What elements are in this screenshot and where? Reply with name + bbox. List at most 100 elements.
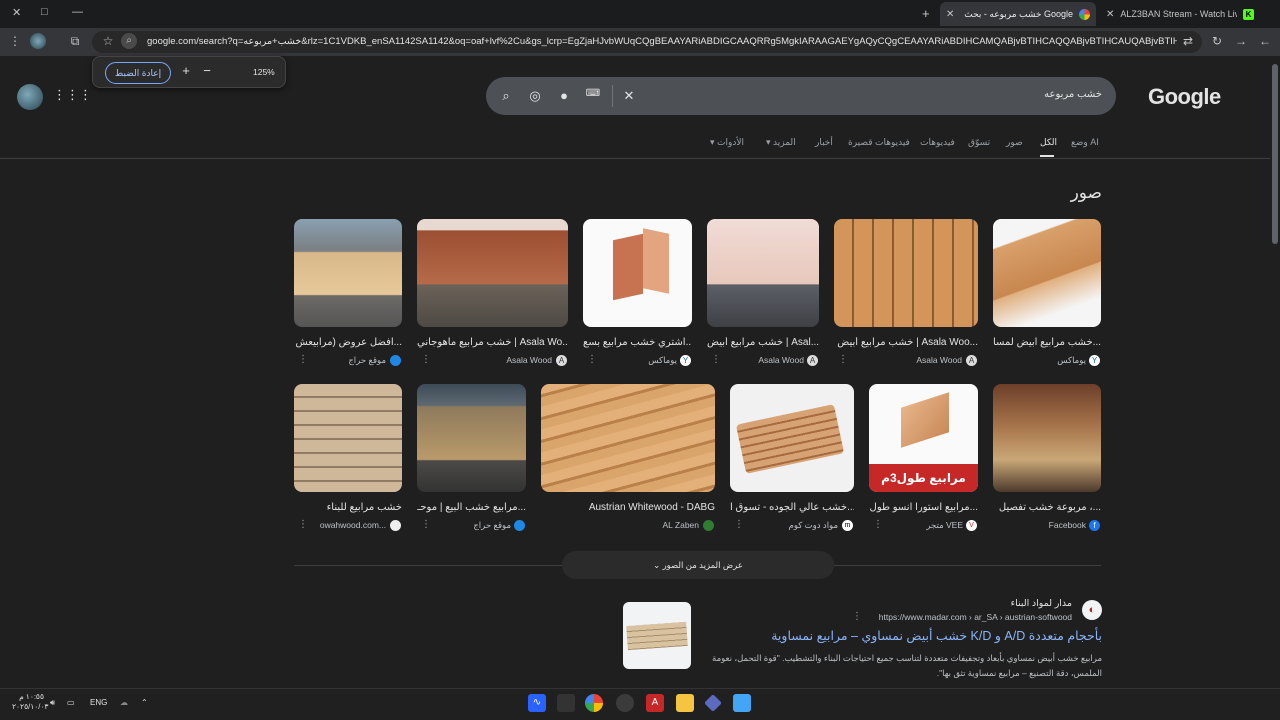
result-site-name[interactable]: مدار لمواد البناء [980,598,1072,609]
image-title[interactable]: Austrian Whitewood - DABG [541,502,715,513]
image-title[interactable]: مربوعة خشب تفصيل ،... [993,502,1101,513]
image-result[interactable] [417,219,568,327]
search-input[interactable]: خشب مربوعه [1000,89,1102,100]
source-favicon-icon [390,355,401,366]
clear-search-icon[interactable]: ✕ [621,88,637,104]
acrobat-icon[interactable]: A [646,694,664,712]
scrollbar-thumb[interactable] [1272,64,1278,244]
lens-icon[interactable]: ◎ [527,88,543,104]
image-title[interactable]: خشب مرابيع أبيض | Asal... [707,337,819,348]
more-options-icon[interactable]: ⋮ [734,519,744,530]
image-result[interactable] [417,384,526,492]
image-title[interactable]: خشب مرابيع ابيض لمسا... [993,337,1101,348]
image-result[interactable] [730,384,854,492]
zoom-reset-button[interactable]: إعادة الضبط [105,62,171,84]
more-options-icon[interactable]: ⋮ [298,519,308,530]
tab-short-videos[interactable]: فيديوهات قصيرة [848,137,910,148]
close-tab-icon[interactable]: ✕ [1106,9,1114,20]
image-title[interactable]: خشب مرابيع أبيض | Asala Woo... [834,337,978,348]
image-title[interactable]: مرابيع خشب البيع | موحـ... [417,502,526,513]
back-icon[interactable]: ← [1257,33,1273,49]
image-result[interactable]: مرابيع طول3م [869,384,978,492]
tab-more[interactable]: ▾ المزيد [766,137,796,148]
image-source: يوماكس [648,355,677,365]
image-title[interactable]: خشب مرابيع للبناء [294,502,402,513]
microphone-icon[interactable]: ● [556,88,572,103]
more-options-icon[interactable]: ⋮ [838,354,848,365]
speaker-icon[interactable]: 🔊︎ [50,698,55,708]
extensions-icon[interactable]: ⧉ [67,33,83,49]
tab-videos[interactable]: فيديوهات [920,137,955,148]
reload-icon[interactable]: ↻ [1209,33,1225,49]
search-icon[interactable]: ⌕ [498,88,514,104]
more-options-icon[interactable]: ⋮ [587,354,597,365]
forward-icon[interactable]: → [1233,33,1249,49]
image-result[interactable] [294,219,402,327]
tab-tools[interactable]: ▾ الأدوات [710,137,744,148]
url-text[interactable]: google.com/search?q=خشب+مربوعه&rlz=1C1VD… [147,36,1177,47]
more-options-icon[interactable]: ⋮ [711,354,721,365]
result-title-link[interactable]: خشب أبيض نمساوي – مرابيع نمساوية K/D و A… [700,628,1102,643]
app-icon[interactable]: ∿ [528,694,546,712]
chevron-down-icon: ⌄ [653,560,663,570]
image-result[interactable] [541,384,715,492]
tab-shopping[interactable]: تسوّق [968,137,990,148]
tab-images[interactable]: صور [1006,137,1023,148]
store-icon[interactable] [733,694,751,712]
result-url[interactable]: https://www.madar.com › ar_SA › austrian… [870,612,1072,622]
language-indicator[interactable]: ENG [90,698,107,707]
chrome-icon[interactable] [585,694,603,712]
image-title[interactable]: مرابيع استورا انسو طول... [869,502,978,513]
tab-news[interactable]: أخبار [815,137,833,148]
image-result[interactable] [993,219,1101,327]
maximize-icon[interactable]: □ [41,6,48,18]
app-icon[interactable] [616,694,634,712]
more-options-icon[interactable]: ⋮ [873,519,883,530]
cloud-icon[interactable]: ☁ [120,698,128,707]
image-result[interactable] [993,384,1101,492]
more-options-icon[interactable]: ⋮ [852,611,862,622]
tab-all[interactable]: الكل [1040,137,1057,148]
wood-planks-shape [626,621,688,651]
tab-google-search[interactable]: ✕ خشب مربوعه - بحث Google [940,2,1096,26]
tab-ai-mode[interactable]: وضع AI [1071,137,1099,148]
more-options-icon[interactable]: ⋮ [421,519,431,530]
tab-tools-label: الأدوات [717,137,744,147]
tab-stream[interactable]: ✕ ALZ3BAN Stream - Watch Live on... K [1100,2,1260,26]
image-title[interactable]: افضل عروض (مرابيعش... [294,337,402,348]
zoom-icon[interactable]: ⌕ [121,33,137,49]
more-options-icon[interactable]: ⋮ [298,354,308,365]
taskbar-clock[interactable]: ١٠:٥٥ م ٢٠٢٥/١٠/٠٣ [12,692,48,712]
image-title[interactable]: اشتري خشب مرابيع بسع... [583,337,692,348]
image-title[interactable]: خشب عالي الجوده - تسوق ا... [730,502,854,513]
windows-taskbar [0,688,1280,720]
image-result[interactable] [707,219,819,327]
zoom-popup: إعادة الضبط + − 125% [92,56,286,88]
close-tab-icon[interactable]: ✕ [946,9,954,20]
more-options-icon[interactable]: ⋮ [421,354,431,365]
menu-icon[interactable]: ⋮ [7,33,23,49]
new-tab-button[interactable]: + [922,6,930,21]
image-result[interactable] [583,219,692,327]
keyboard-icon[interactable]: ⌨ [585,88,601,99]
show-hidden-icons[interactable]: ⌃ [141,698,148,707]
minimize-icon[interactable]: — [72,6,83,18]
image-title[interactable]: خشب مرابيع ماهوجاني | Asala Wo... [417,337,568,348]
result-thumbnail[interactable] [623,602,691,669]
google-logo[interactable]: Google [1148,84,1221,110]
network-icon[interactable]: ▭ [67,698,75,707]
file-explorer-icon[interactable] [676,694,694,712]
image-result[interactable] [834,219,978,327]
app-icon[interactable] [557,694,575,712]
image-result[interactable] [294,384,402,492]
profile-avatar-icon[interactable] [30,33,46,49]
zoom-out-button[interactable]: − [199,63,215,78]
more-images-button[interactable]: ⌄ عرض المزيد من الصور [562,551,834,579]
zoom-in-button[interactable]: + [178,63,194,78]
image-source: Asala Wood [506,355,552,365]
apps-grid-icon[interactable]: ⋮⋮⋮ [53,87,92,103]
bookmark-star-icon[interactable]: ☆ [100,33,116,49]
close-window-icon[interactable]: ✕ [12,6,21,19]
account-avatar[interactable] [17,84,43,110]
site-settings-icon[interactable]: ⇄ [1180,33,1196,49]
